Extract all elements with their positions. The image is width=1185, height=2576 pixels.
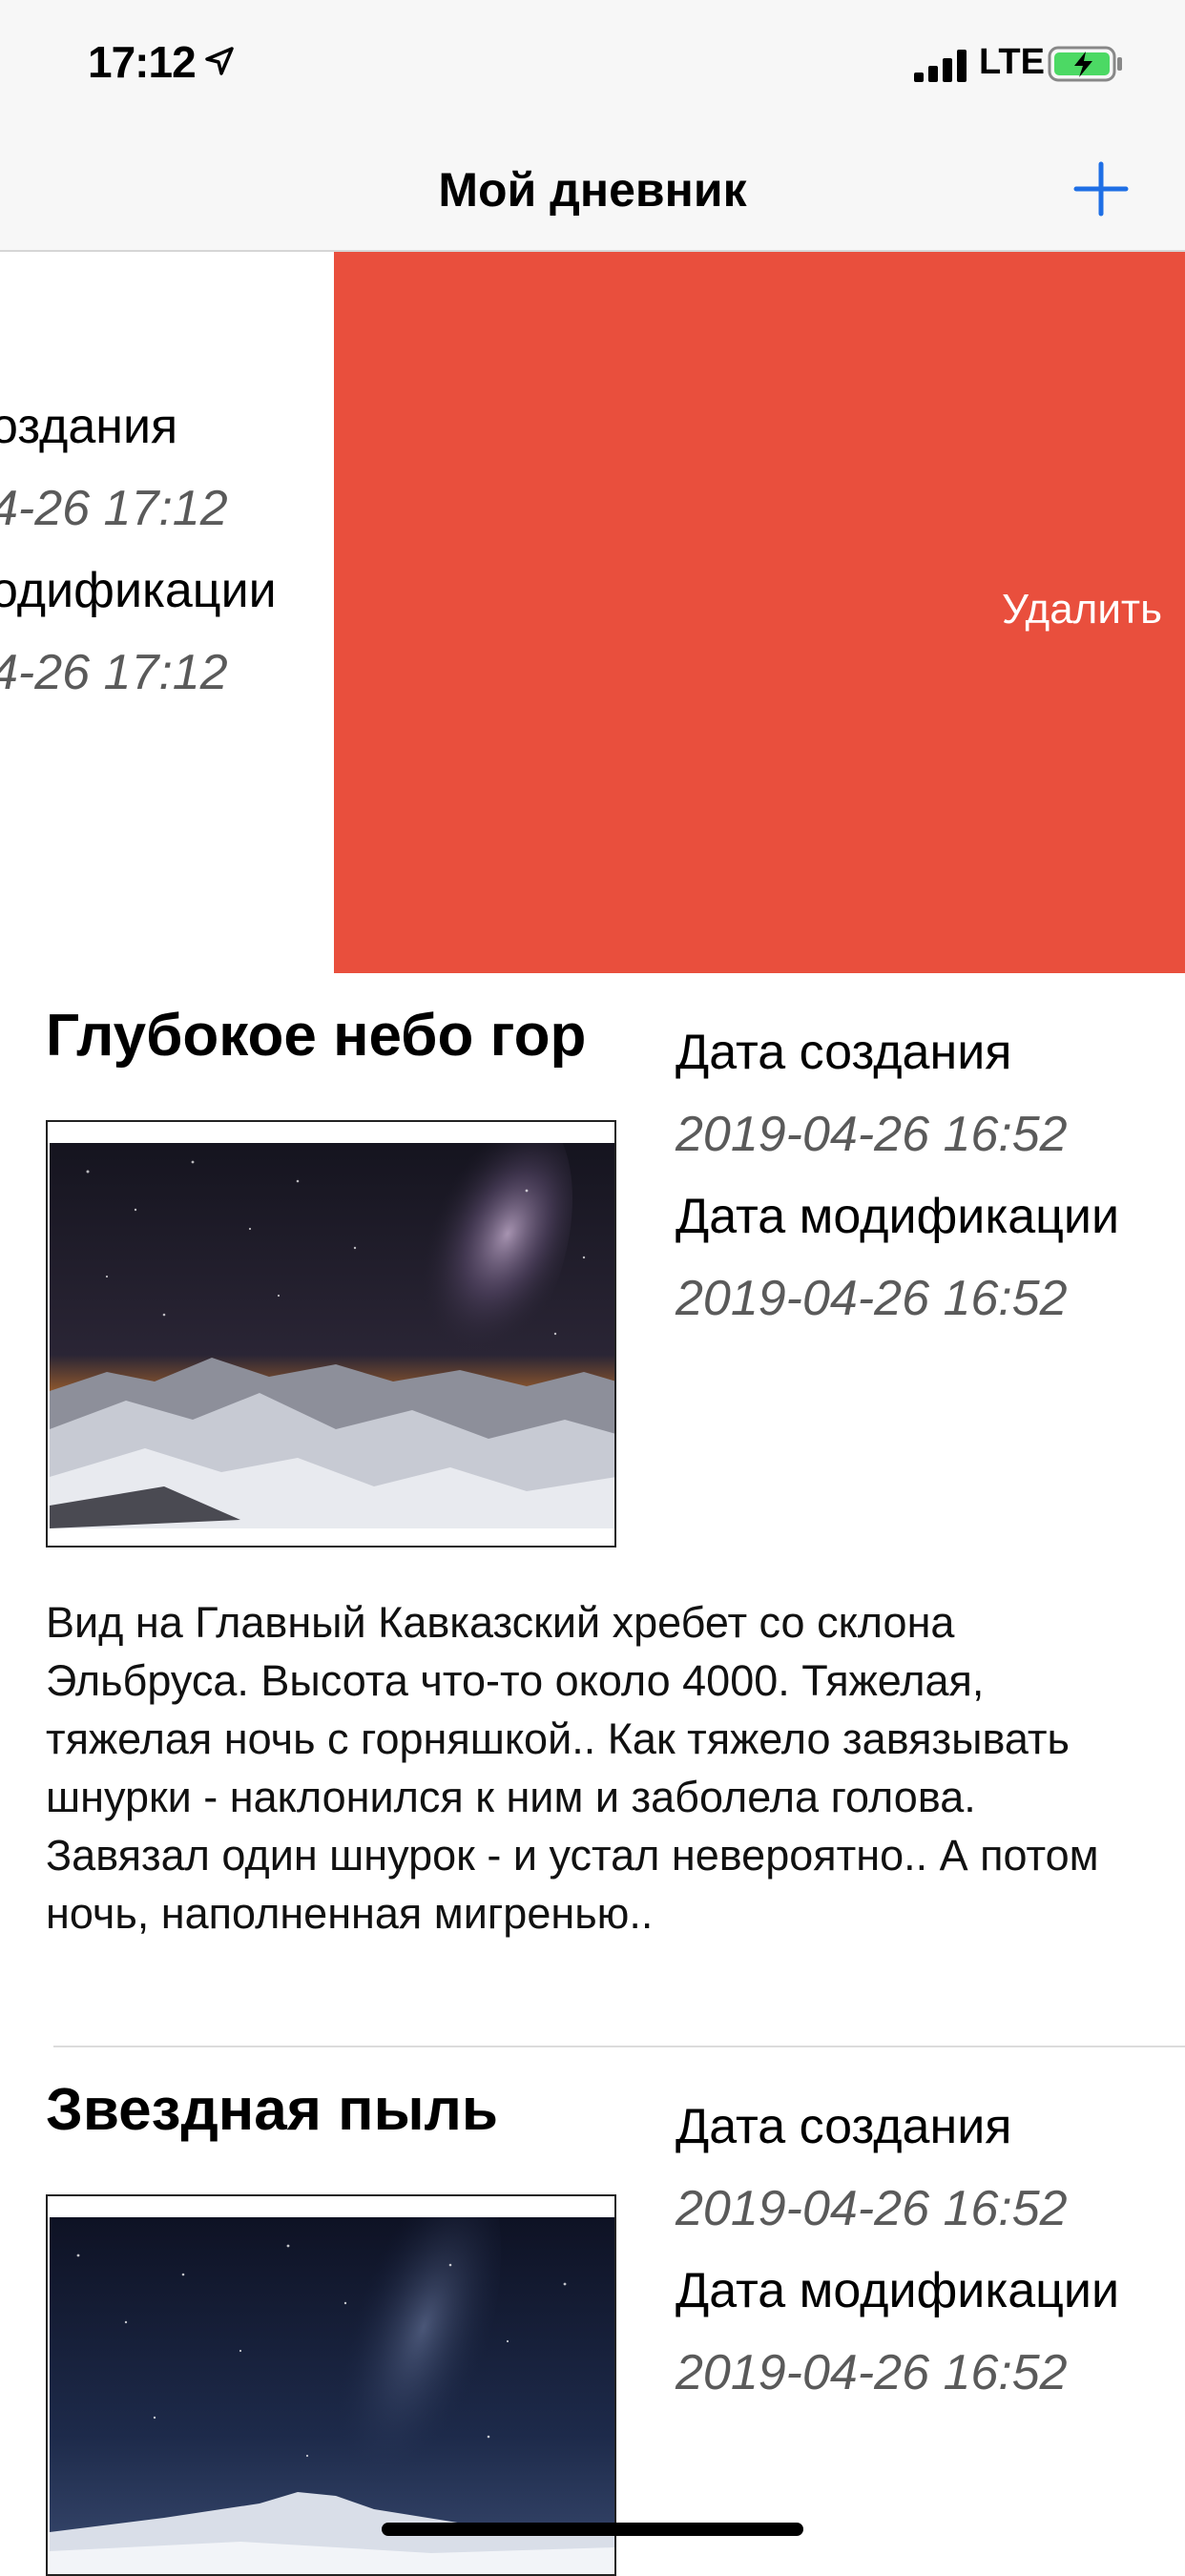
- modified-label: Дата модификации: [676, 2263, 1120, 2318]
- entry-card[interactable]: Глубокое небо гор Дата создания 2019-04-…: [0, 973, 1185, 2042]
- battery-charging-icon: [1048, 46, 1122, 82]
- modified-value: 4-26 17:12: [0, 645, 228, 700]
- modified-label: одификации: [0, 563, 277, 618]
- plus-icon: [1073, 161, 1129, 217]
- modified-value: 2019-04-26 16:52: [676, 1271, 1068, 1326]
- entry-meta: Дата создания 2019-04-26 16:52 Дата моди…: [676, 2086, 1119, 2414]
- navigation-bar: Мой дневник: [0, 126, 1185, 252]
- entry-photo: [46, 1120, 616, 1548]
- delete-button[interactable]: Удалить: [334, 252, 1185, 973]
- status-bar: 17:12 LTE: [0, 0, 1185, 126]
- location-arrow-icon: [205, 47, 234, 75]
- created-label: Дата создания: [676, 1025, 1012, 1080]
- status-time: 17:12: [88, 37, 197, 87]
- modified-label: Дата модификации: [676, 1189, 1120, 1244]
- delete-label: Удалить: [1002, 586, 1162, 633]
- created-label: оздания: [0, 399, 178, 454]
- home-indicator[interactable]: [382, 2523, 803, 2536]
- signal-bars-icon: [914, 50, 967, 82]
- swiped-entry-content: оздания 4-26 17:12 одификации 4-26 17:12: [0, 252, 334, 973]
- created-value: 2019-04-26 16:52: [676, 1107, 1068, 1162]
- entry-title: Глубокое небо гор: [46, 1003, 587, 1069]
- swiped-entry-meta: оздания 4-26 17:12 одификации 4-26 17:12: [0, 385, 277, 714]
- entry-title: Звездная пыль: [46, 2077, 499, 2143]
- created-value: 2019-04-26 16:52: [676, 2181, 1068, 2236]
- swiped-entry-row[interactable]: оздания 4-26 17:12 одификации 4-26 17:12…: [0, 252, 1185, 973]
- add-entry-button[interactable]: [1072, 160, 1130, 218]
- entry-text: Вид на Главный Кавказский хребет со скло…: [46, 1598, 1099, 1938]
- entry-card[interactable]: Звездная пыль Дата создания 2019-04-26 1…: [0, 2047, 1185, 2576]
- mountain-night-photo: [50, 1143, 614, 1528]
- entry-meta: Дата создания 2019-04-26 16:52 Дата моди…: [676, 1011, 1119, 1340]
- created-value: 4-26 17:12: [0, 481, 228, 536]
- page-title: Мой дневник: [438, 163, 747, 217]
- network-label: LTE: [979, 42, 1045, 82]
- entry-photo: [46, 2194, 616, 2576]
- modified-value: 2019-04-26 16:52: [676, 2345, 1068, 2400]
- created-label: Дата создания: [676, 2099, 1012, 2154]
